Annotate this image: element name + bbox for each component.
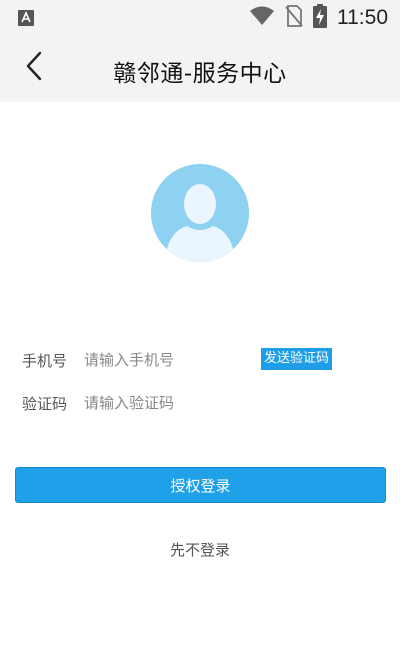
status-time: 11:50 — [337, 6, 388, 29]
status-bar: 11:50 — [0, 0, 400, 36]
phone-label: 手机号 — [22, 352, 68, 370]
phone-input[interactable] — [84, 348, 249, 372]
avatar — [151, 164, 249, 262]
page-title: 赣邻通-服务中心 — [113, 61, 287, 87]
send-code-button[interactable]: 发送验证码 — [261, 348, 333, 370]
skip-login-link[interactable]: 先不登录 — [0, 539, 400, 560]
code-row: 验证码 — [0, 388, 400, 418]
user-avatar-icon — [151, 164, 249, 262]
no-sim-icon — [285, 5, 303, 31]
code-label: 验证码 — [22, 395, 68, 413]
header-bar: 赣邻通-服务中心 — [0, 36, 400, 102]
authorize-login-button[interactable]: 授权登录 — [15, 467, 386, 503]
wifi-icon — [249, 6, 275, 30]
battery-charging-icon — [313, 4, 327, 32]
phone-row: 手机号 发送验证码 — [0, 345, 400, 375]
login-screen: 11:50 赣邻通-服务中心 手机号 发送验证码 验证码 — [0, 0, 400, 650]
status-icons: 11:50 — [249, 4, 388, 32]
code-input[interactable] — [84, 391, 249, 415]
app-notification-icon — [18, 10, 34, 26]
